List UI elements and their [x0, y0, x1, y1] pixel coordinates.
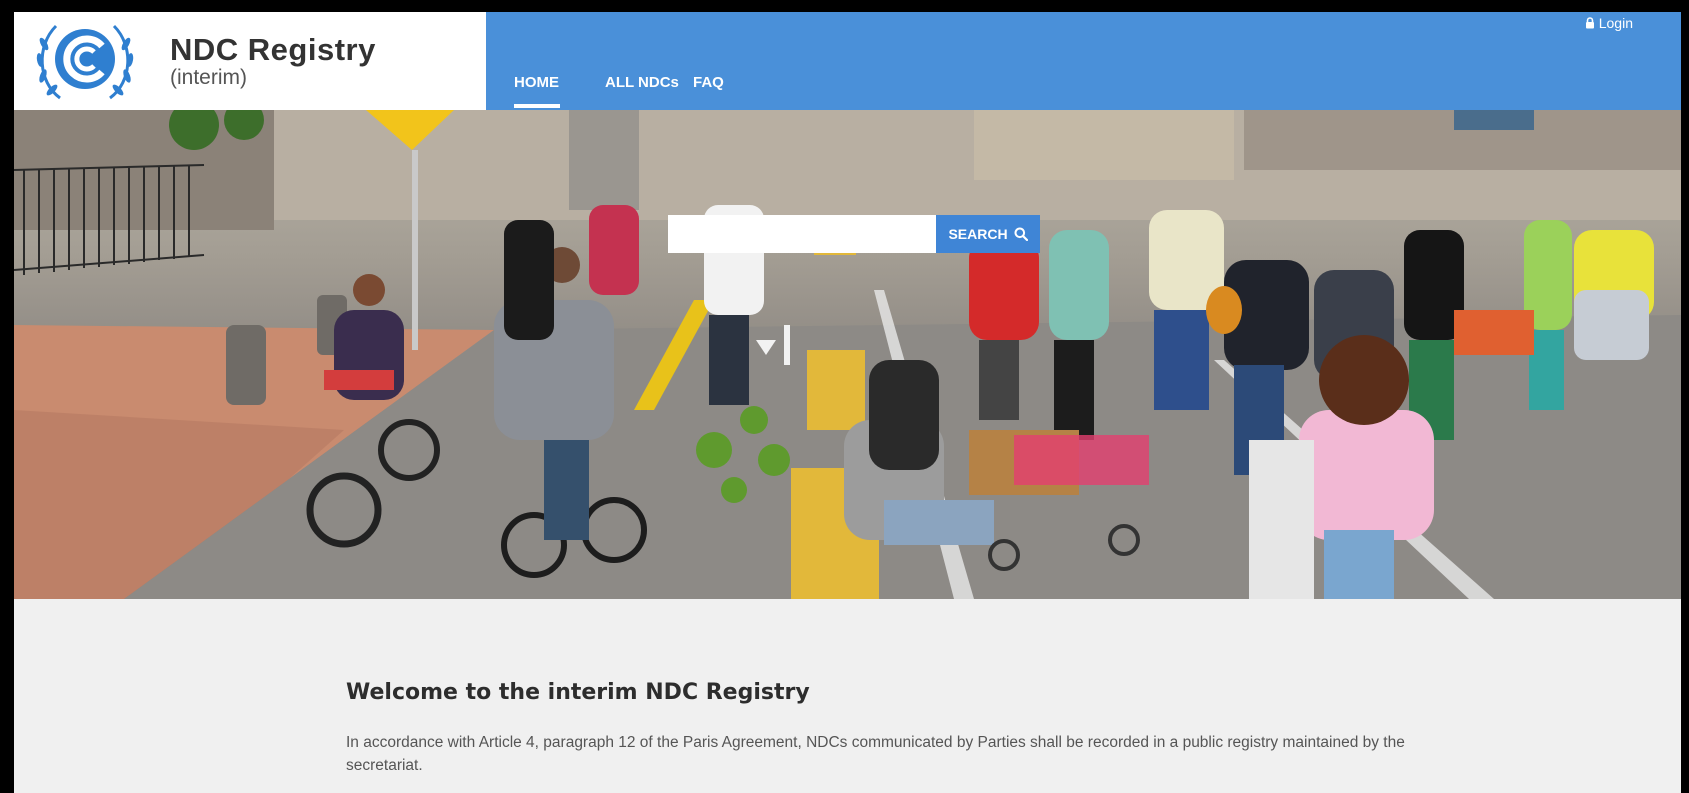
nav-faq[interactable]: FAQ: [693, 74, 724, 91]
nav-bar: HOME ALL NDCs FAQ Login: [486, 12, 1681, 110]
search-button-label: SEARCH: [948, 226, 1008, 242]
magnifier-icon: [1014, 227, 1028, 241]
search-form: SEARCH: [668, 215, 1040, 253]
nav-active-indicator: [514, 104, 560, 108]
unfccc-emblem-icon: [36, 24, 134, 100]
welcome-heading: Welcome to the interim NDC Registry: [346, 680, 810, 705]
login-label: Login: [1598, 15, 1633, 31]
street-scene-photo: [14, 110, 1681, 599]
search-input[interactable]: [668, 215, 936, 253]
hero-banner: SEARCH: [14, 110, 1681, 599]
lock-icon: [1585, 17, 1594, 29]
nav-all-ndcs[interactable]: ALL NDCs: [605, 74, 679, 91]
brand-subtitle: (interim): [170, 66, 247, 89]
login-link[interactable]: Login: [1585, 15, 1633, 31]
welcome-paragraph: In accordance with Article 4, paragraph …: [346, 734, 1405, 774]
brand-title: NDC Registry: [170, 32, 376, 67]
page-frame: NDC Registry (interim) HOME ALL NDCs FAQ…: [14, 12, 1681, 793]
site-header: NDC Registry (interim) HOME ALL NDCs FAQ…: [14, 12, 1681, 110]
main-content: Welcome to the interim NDC Registry In a…: [346, 680, 1406, 777]
search-button[interactable]: SEARCH: [936, 215, 1040, 253]
nav-home[interactable]: HOME: [514, 74, 559, 91]
logo-area[interactable]: NDC Registry (interim): [14, 12, 486, 110]
